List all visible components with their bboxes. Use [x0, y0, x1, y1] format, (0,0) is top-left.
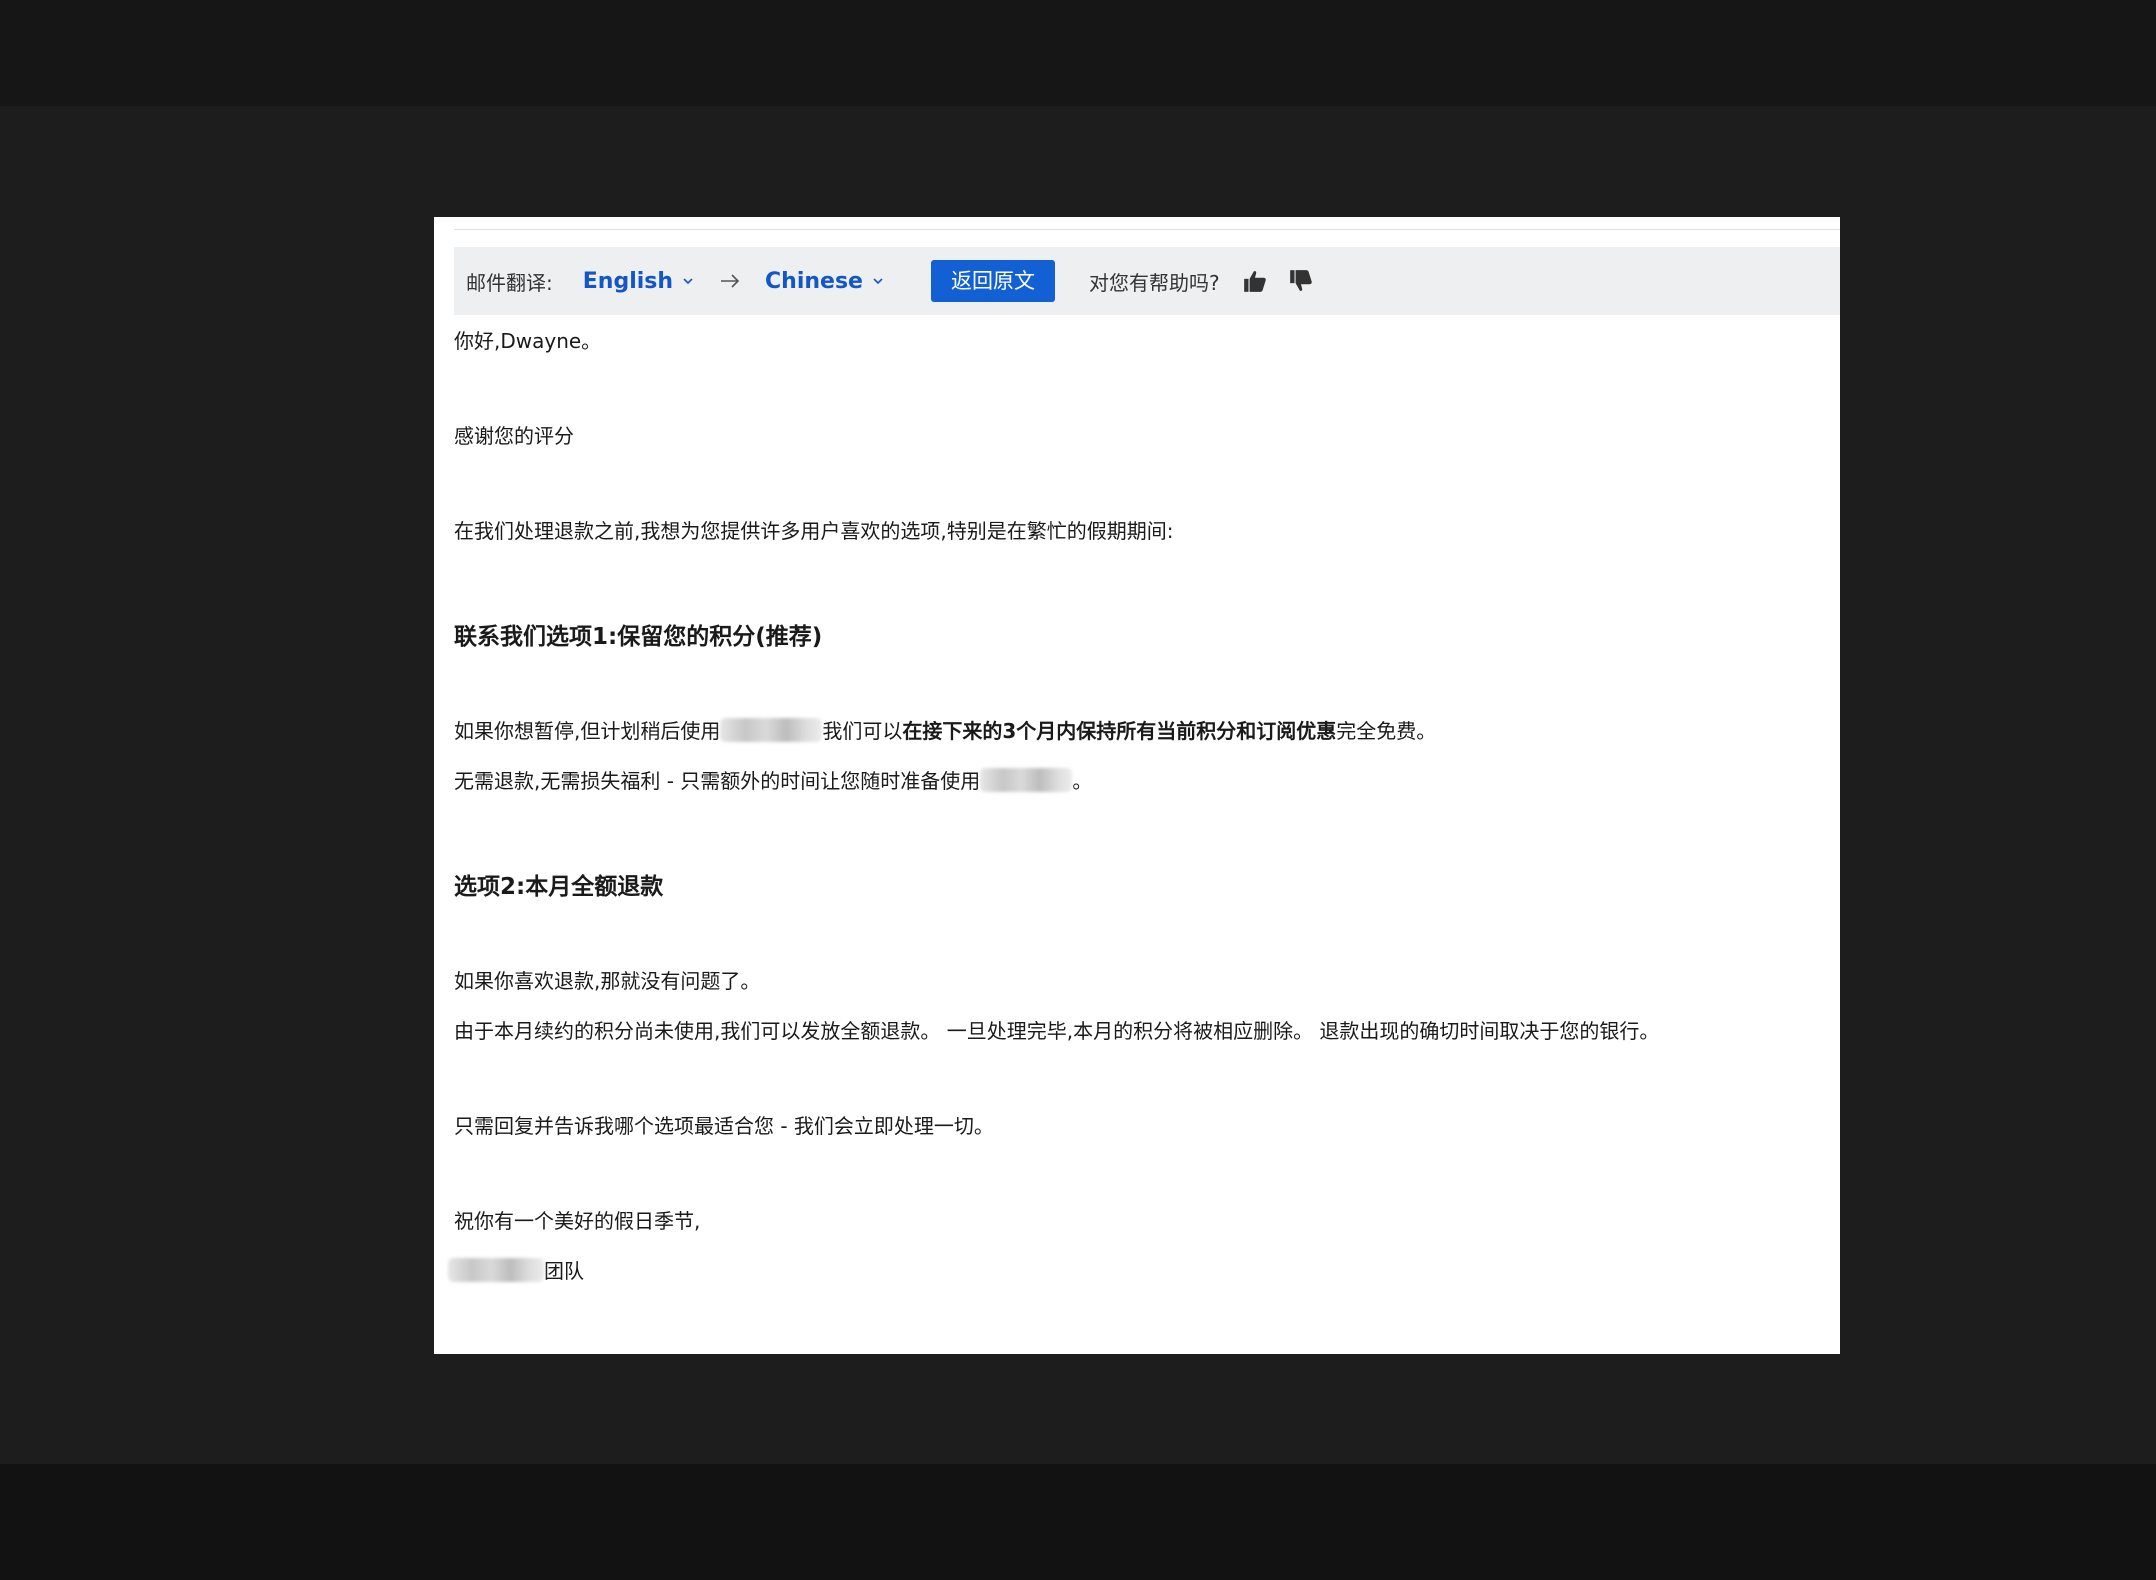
option1-text-mid: 我们可以	[822, 719, 903, 743]
closing-line: 祝你有一个美好的假日季节,	[454, 1209, 701, 1233]
show-original-button[interactable]: 返回原文	[930, 260, 1055, 302]
translation-toolbar: 邮件翻译: English Chinese 返回原文 对您有帮助吗?	[454, 247, 1840, 315]
chevron-down-icon	[683, 278, 693, 285]
option1-paragraph-line2: 无需退款,无需损失福利 - 只需额外的时间让您随时准备使用 。	[454, 765, 1092, 794]
redacted-product-name	[720, 717, 823, 742]
thanks-line: 感谢您的评分	[454, 424, 574, 448]
arrow-right-icon	[721, 274, 740, 288]
option1-paragraph-line1: 如果你想暂停,但计划稍后使用 我们可以 在接下来的3个月内保持所有当前积分和订阅…	[454, 715, 1436, 744]
signature-suffix: 团队	[544, 1259, 584, 1283]
helpful-prompt: 对您有帮助吗?	[1088, 270, 1220, 295]
intro-paragraph: 在我们处理退款之前,我想为您提供许多用户喜欢的选项,特别是在繁忙的假期期间:	[454, 519, 1174, 543]
greeting: 你好,Dwayne。	[454, 329, 602, 353]
chevron-down-icon	[873, 278, 883, 285]
option1-line2-suffix: 。	[1072, 769, 1093, 793]
option1-text-prefix: 如果你想暂停,但计划稍后使用	[454, 719, 721, 743]
redacted-product-name	[980, 767, 1073, 792]
option2-paragraph-line1: 如果你喜欢退款,那就没有问题了。	[454, 969, 761, 993]
target-language-select[interactable]: Chinese	[765, 269, 885, 294]
option1-heading: 联系我们选项1:保留您的积分(推荐)	[454, 624, 823, 650]
translation-label: 邮件翻译:	[466, 270, 553, 295]
reply-prompt: 只需回复并告诉我哪个选项最适合您 - 我们会立即处理一切。	[454, 1114, 994, 1138]
source-language-select[interactable]: English	[583, 269, 695, 294]
option2-heading: 选项2:本月全额退款	[454, 874, 664, 900]
option1-line2-prefix: 无需退款,无需损失福利 - 只需额外的时间让您随时准备使用	[454, 769, 981, 793]
target-language-label: Chinese	[765, 268, 863, 294]
top-dark-bar	[0, 0, 2156, 106]
source-language-label: English	[582, 268, 674, 294]
option2-paragraph-line2: 由于本月续约的积分尚未使用,我们可以发放全额退款。 一旦处理完毕,本月的积分将被…	[454, 1019, 1660, 1043]
email-translation-card: 邮件翻译: English Chinese 返回原文 对您有帮助吗? 你好,Dw…	[434, 217, 1840, 1354]
divider	[454, 229, 1840, 230]
option1-text-bold: 在接下来的3个月内保持所有当前积分和订阅优惠	[902, 719, 1337, 743]
signature-line: 团队	[448, 1255, 584, 1284]
thumbs-down-icon[interactable]	[1288, 268, 1314, 294]
redacted-company-name	[448, 1257, 544, 1282]
thumbs-up-icon[interactable]	[1242, 268, 1268, 294]
bottom-dark-bar	[0, 1464, 2156, 1580]
option1-text-suffix: 完全免费。	[1336, 719, 1437, 743]
